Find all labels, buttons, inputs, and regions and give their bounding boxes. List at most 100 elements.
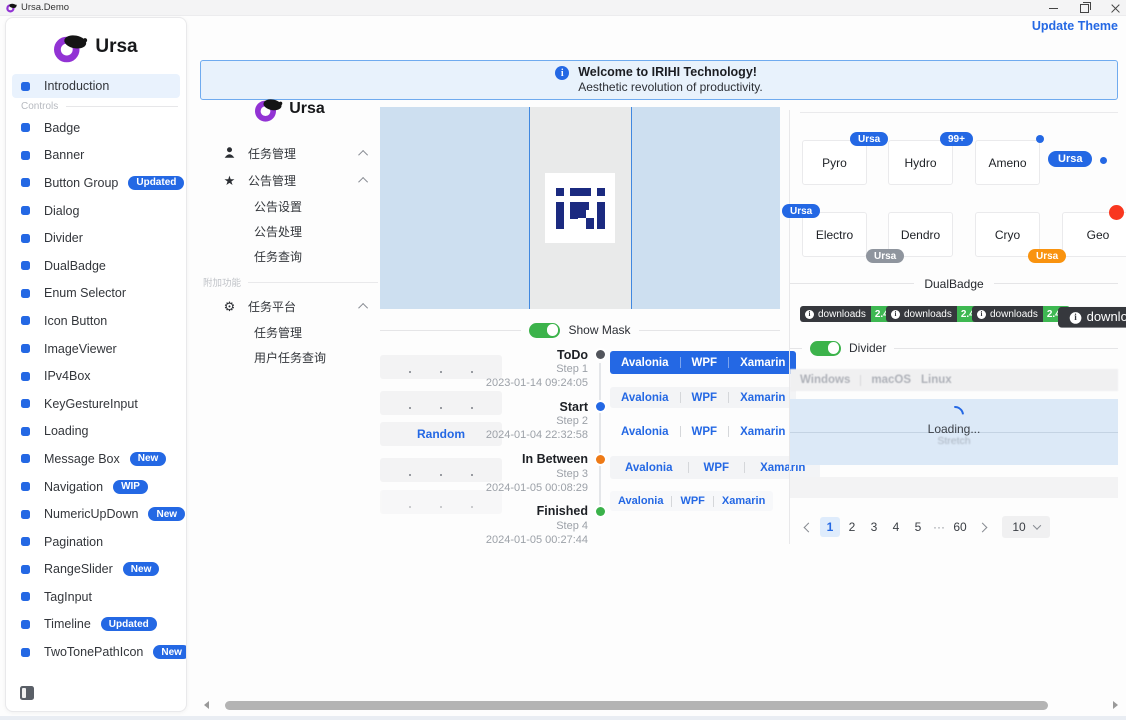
button-group-compact: Avalonia WPF Xamarin [610, 491, 773, 511]
sidebar-item-enum-selector[interactable]: Enum Selector [6, 280, 186, 308]
bullet-icon [21, 399, 30, 408]
info-icon: i [1070, 311, 1082, 323]
sidebar-item-button-group[interactable]: Button GroupUpdated [6, 169, 186, 197]
ursa-logo-icon [255, 95, 283, 123]
sidebar-item-ipv4box[interactable]: IPv4Box [6, 362, 186, 390]
xamarin-button[interactable]: Xamarin [729, 351, 796, 374]
ursa-badge-orange: Ursa [1028, 249, 1066, 263]
sidebar-item-twotonepathicon[interactable]: TwoTonePathIconNew [6, 638, 186, 666]
info-icon: i [805, 310, 814, 319]
wpf-button[interactable]: WPF [681, 387, 729, 408]
update-theme-button[interactable]: Update Theme [1032, 19, 1118, 33]
bullet-icon [21, 565, 30, 574]
menu-subitem-task-query[interactable]: 任务查询 [200, 244, 380, 269]
sidebar-item-message-box[interactable]: Message BoxNew [6, 445, 186, 473]
count-badge: 99+ [940, 132, 973, 146]
bullet-icon [21, 123, 30, 132]
menu-subitem-user-task-query[interactable]: 用户任务查询 [200, 345, 380, 370]
page-4[interactable]: 4 [886, 517, 906, 537]
titlebar: Ursa.Demo [0, 0, 1126, 16]
dot-badge [1100, 157, 1107, 164]
image-mask-right [631, 107, 780, 309]
bullet-icon [21, 537, 30, 546]
bullet-icon [21, 82, 30, 91]
sidebar-item-navigation[interactable]: NavigationWIP [6, 473, 186, 501]
avalonia-button[interactable]: Avalonia [610, 387, 680, 408]
show-mask-toggle[interactable] [529, 323, 560, 338]
sidebar-item-rangeslider[interactable]: RangeSliderNew [6, 556, 186, 584]
avalonia-button[interactable]: Avalonia [610, 456, 688, 479]
divider-demo-row: Divider [790, 340, 1118, 356]
status-badge: WIP [113, 480, 148, 494]
sidebar-item-banner[interactable]: Banner [6, 142, 186, 170]
person-icon [222, 146, 237, 162]
sidebar-item-dualbadge[interactable]: DualBadge [6, 252, 186, 280]
sidebar-item-dialog[interactable]: Dialog [6, 197, 186, 225]
avalonia-button[interactable]: Avalonia [610, 351, 680, 374]
bullet-icon [21, 234, 30, 243]
page-1[interactable]: 1 [820, 517, 840, 537]
button-group-solid: Avalonia WPF Xamarin [610, 351, 796, 374]
tab-linux: Linux [921, 374, 952, 386]
chevron-up-icon [358, 303, 368, 313]
sidebar-item-introduction[interactable]: Introduction [12, 74, 180, 98]
page-next-icon[interactable] [972, 517, 992, 537]
wpf-button[interactable]: WPF [689, 456, 745, 479]
menu-subitem-task-management[interactable]: 任务管理 [200, 320, 380, 345]
downloads-dualbadge: idownloads 2.4k [800, 306, 898, 322]
menu-item-task-platform[interactable]: ⚙ 任务平台 [200, 293, 380, 320]
page-3[interactable]: 3 [864, 517, 884, 537]
ursa-badge: Ursa [850, 132, 888, 146]
button-group-borderless: Avalonia WPF Xamarin [610, 421, 796, 442]
sidebar-item-timeline[interactable]: TimelineUpdated [6, 611, 186, 639]
close-icon[interactable] [1111, 4, 1120, 13]
badge-card-hydro: Hydro [888, 140, 953, 185]
wpf-button[interactable]: WPF [672, 491, 712, 511]
menu-logo: Ursa [200, 92, 380, 126]
sidebar-item-loading[interactable]: Loading [6, 418, 186, 446]
page-size-select[interactable]: 10 [1002, 516, 1050, 538]
timeline: ToDo Step 1 2023-01-14 09:24:05 Start St… [380, 347, 612, 556]
sidebar-item-imageviewer[interactable]: ImageViewer [6, 335, 186, 363]
pagination: 1 2 3 4 5 ··· 60 10 [798, 516, 1050, 538]
scroll-right-icon[interactable] [1113, 701, 1118, 709]
page-2[interactable]: 2 [842, 517, 862, 537]
menu-subitem-announcement-settings[interactable]: 公告设置 [200, 194, 380, 219]
badge-card-ameno: Ameno [975, 140, 1040, 185]
image-viewer[interactable] [380, 107, 780, 309]
minimize-icon[interactable] [1049, 8, 1058, 9]
avalonia-button[interactable]: Avalonia [610, 421, 680, 442]
page-5[interactable]: 5 [908, 517, 928, 537]
sidebar-item-divider[interactable]: Divider [6, 224, 186, 252]
dot-badge [1036, 135, 1044, 143]
menu-item-task-management[interactable]: 任务管理 [200, 140, 380, 167]
xamarin-button[interactable]: Xamarin [714, 491, 773, 511]
wpf-button[interactable]: WPF [681, 421, 729, 442]
xamarin-button[interactable]: Xamarin [729, 387, 796, 408]
page-prev-icon[interactable] [798, 517, 818, 537]
divider-toggle[interactable] [810, 341, 841, 356]
sidebar-item-icon-button[interactable]: Icon Button [6, 307, 186, 335]
menu-subitem-announcement-processing[interactable]: 公告处理 [200, 219, 380, 244]
wpf-button[interactable]: WPF [681, 351, 729, 374]
sidebar-item-pagination[interactable]: Pagination [6, 528, 186, 556]
bullet-icon [21, 344, 30, 353]
menu-item-announcement-management[interactable]: ★ 公告管理 [200, 167, 380, 194]
horizontal-scrollbar-thumb[interactable] [225, 701, 1048, 710]
scroll-left-icon[interactable] [204, 701, 209, 709]
downloads-dualbadge: idownloads 2.4k [886, 306, 984, 322]
tab-macos: macOS [871, 374, 911, 386]
bullet-icon [21, 372, 30, 381]
xamarin-button[interactable]: Xamarin [729, 421, 796, 442]
sidebar-item-numericupdown[interactable]: NumericUpDownNew [6, 500, 186, 528]
avalonia-button[interactable]: Avalonia [610, 491, 671, 511]
sidebar-item-badge[interactable]: Badge [6, 114, 186, 142]
sidebar-item-taginput[interactable]: TagInput [6, 583, 186, 611]
tab-strip-disabled: Windows macOS Linux [790, 369, 1118, 391]
ursa-badge: Ursa [782, 204, 820, 218]
sidebar-collapse-icon[interactable] [20, 686, 34, 700]
sidebar-item-keygestureinput[interactable]: KeyGestureInput [6, 390, 186, 418]
restore-icon[interactable] [1080, 4, 1089, 13]
page-ellipsis[interactable]: ··· [930, 520, 948, 534]
page-60[interactable]: 60 [950, 517, 970, 537]
